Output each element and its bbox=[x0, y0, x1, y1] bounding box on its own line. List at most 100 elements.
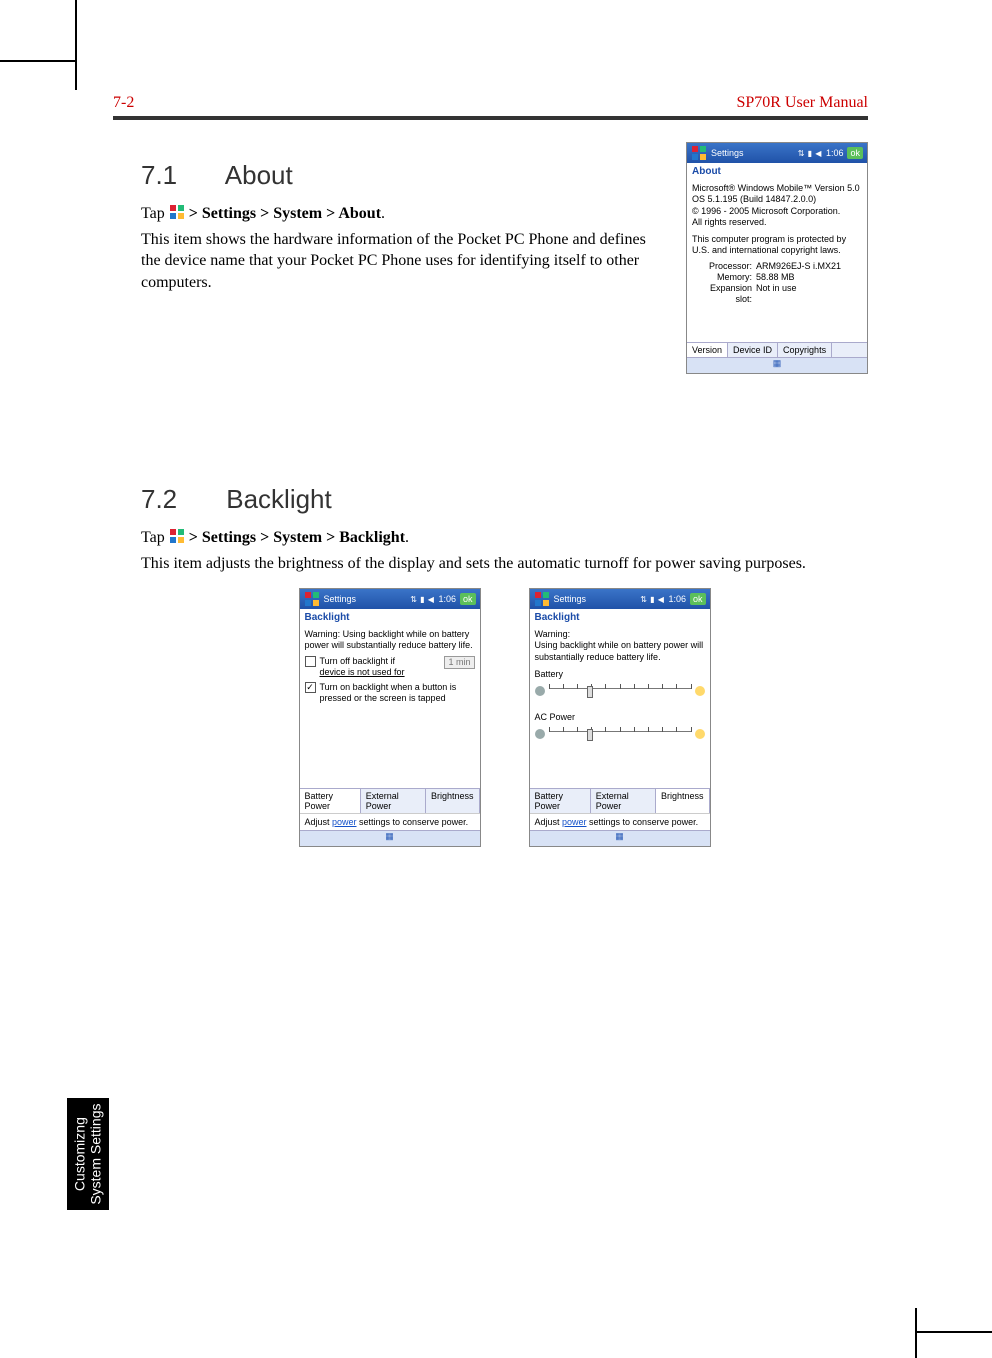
bulb-high-icon bbox=[695, 686, 705, 696]
tap-suffix: . bbox=[405, 529, 409, 546]
ok-button[interactable]: ok bbox=[847, 147, 863, 159]
tab-device-id[interactable]: Device ID bbox=[728, 343, 778, 357]
crop-mark bbox=[75, 0, 77, 90]
ok-button[interactable]: ok bbox=[460, 593, 476, 605]
page-header: 7-2 SP70R User Manual bbox=[113, 94, 868, 116]
sip-keyboard-bar[interactable]: ▦ bbox=[300, 830, 480, 846]
hint-a: Adjust bbox=[535, 817, 563, 827]
heading-number: 7.1 bbox=[141, 160, 219, 191]
hint-b: settings to conserve power. bbox=[587, 817, 699, 827]
tab-battery-power[interactable]: Battery Power bbox=[530, 789, 591, 813]
about-line: OS 5.1.195 (Build 14847.2.0.0) bbox=[692, 194, 862, 205]
tap-prefix: Tap bbox=[141, 205, 169, 222]
status-icons: ⇅ ▮ ◀ bbox=[640, 595, 664, 604]
cb2-label: Turn on backlight when a button is press… bbox=[320, 682, 475, 705]
heading-title: About bbox=[225, 160, 293, 190]
warning-text: Warning: Using backlight while on batter… bbox=[305, 629, 475, 652]
title-text: Settings bbox=[554, 594, 587, 604]
ac-slider[interactable] bbox=[549, 731, 691, 745]
about-line: All rights reserved. bbox=[692, 217, 862, 228]
tab-external-power[interactable]: External Power bbox=[591, 789, 656, 813]
tab-copyrights[interactable]: Copyrights bbox=[778, 343, 832, 357]
heading-title: Backlight bbox=[226, 484, 332, 514]
section-heading-backlight: 7.2 Backlight bbox=[141, 484, 868, 515]
crop-mark bbox=[0, 60, 75, 62]
start-icon bbox=[169, 204, 185, 220]
tap-line-about: Tap > Settings > System > About. bbox=[141, 203, 658, 225]
header-rule bbox=[113, 116, 868, 120]
power-link[interactable]: power bbox=[332, 817, 357, 827]
battery-slider-label: Battery bbox=[535, 669, 705, 680]
title-text: Settings bbox=[324, 594, 357, 604]
screen-subtitle: About bbox=[687, 163, 867, 180]
exp-label: Expansion slot: bbox=[692, 283, 756, 306]
side-tab-line2: System Settings bbox=[88, 1103, 104, 1204]
tab-strip: Battery Power External Power Brightness bbox=[530, 788, 710, 813]
heading-number: 7.2 bbox=[141, 484, 219, 515]
proc-label: Processor: bbox=[692, 261, 756, 272]
timeout-select[interactable]: 1 min bbox=[444, 656, 474, 669]
crop-mark bbox=[915, 1308, 917, 1358]
sip-keyboard-bar[interactable]: ▦ bbox=[530, 830, 710, 846]
clock: 1:06 bbox=[826, 148, 844, 158]
tab-version[interactable]: Version bbox=[687, 343, 728, 357]
about-line: © 1996 - 2005 Microsoft Corporation. bbox=[692, 206, 862, 217]
proc-value: ARM926EJ-S i.MX21 bbox=[756, 261, 841, 272]
mem-label: Memory: bbox=[692, 272, 756, 283]
status-icons: ⇅ ▮ ◀ bbox=[798, 149, 822, 158]
side-tab-line1: Customizng bbox=[72, 1117, 88, 1191]
tab-external-power[interactable]: External Power bbox=[361, 789, 426, 813]
tab-strip: Version Device ID Copyrights bbox=[687, 342, 867, 357]
ppc-titlebar: Settings ⇅ ▮ ◀ 1:06 ok bbox=[687, 143, 867, 163]
exp-value: Not in use bbox=[756, 283, 797, 306]
ppc-titlebar: Settings ⇅ ▮ ◀ 1:06 ok bbox=[530, 589, 710, 609]
hint-line: Adjust power settings to conserve power. bbox=[300, 813, 480, 830]
bulb-low-icon bbox=[535, 729, 545, 739]
tab-strip: Battery Power External Power Brightness bbox=[300, 788, 480, 813]
tab-brightness[interactable]: Brightness bbox=[656, 789, 710, 813]
mem-value: 58.88 MB bbox=[756, 272, 795, 283]
start-icon bbox=[534, 591, 550, 607]
tab-brightness[interactable]: Brightness bbox=[426, 789, 480, 813]
doc-title: SP70R User Manual bbox=[736, 94, 868, 112]
start-icon bbox=[169, 528, 185, 544]
warning-label: Warning: bbox=[535, 629, 705, 640]
screen-subtitle: Backlight bbox=[530, 609, 710, 626]
bulb-low-icon bbox=[535, 686, 545, 696]
tab-battery-power[interactable]: Battery Power bbox=[300, 789, 361, 813]
power-link[interactable]: power bbox=[562, 817, 587, 827]
about-description: This item shows the hardware information… bbox=[141, 229, 658, 294]
hint-b: settings to conserve power. bbox=[357, 817, 469, 827]
tap-prefix: Tap bbox=[141, 529, 169, 546]
backlight-description: This item adjusts the brightness of the … bbox=[141, 553, 868, 575]
cb1-label-b: device is not used for bbox=[320, 667, 441, 678]
checkbox-turnon[interactable]: ✓ bbox=[305, 682, 316, 693]
battery-slider[interactable] bbox=[549, 688, 691, 702]
screen-subtitle: Backlight bbox=[300, 609, 480, 626]
about-line: Microsoft® Windows Mobile™ Version 5.0 bbox=[692, 183, 862, 194]
crop-mark bbox=[917, 1331, 992, 1333]
ok-button[interactable]: ok bbox=[690, 593, 706, 605]
warning-text: Using backlight while on battery power w… bbox=[535, 640, 705, 663]
start-icon bbox=[691, 145, 707, 161]
side-chapter-tab: Customizng System Settings bbox=[67, 1098, 109, 1210]
hint-line: Adjust power settings to conserve power. bbox=[530, 813, 710, 830]
about-line: This computer program is protected by U.… bbox=[692, 234, 862, 257]
clock: 1:06 bbox=[668, 594, 686, 604]
tap-line-backlight: Tap > Settings > System > Backlight. bbox=[141, 527, 868, 549]
status-icons: ⇅ ▮ ◀ bbox=[410, 595, 434, 604]
ac-slider-label: AC Power bbox=[535, 712, 705, 723]
title-text: Settings bbox=[711, 148, 744, 158]
checkbox-turnoff[interactable] bbox=[305, 656, 316, 667]
clock: 1:06 bbox=[438, 594, 456, 604]
tap-path: > Settings > System > Backlight bbox=[189, 529, 405, 546]
page-number: 7-2 bbox=[113, 94, 134, 112]
screenshot-backlight-battery: Settings ⇅ ▮ ◀ 1:06 ok Backlight Warning… bbox=[299, 588, 481, 847]
screenshot-backlight-brightness: Settings ⇅ ▮ ◀ 1:06 ok Backlight Warning… bbox=[529, 588, 711, 847]
start-icon bbox=[304, 591, 320, 607]
bulb-high-icon bbox=[695, 729, 705, 739]
hint-a: Adjust bbox=[305, 817, 333, 827]
section-heading-about: 7.1 About bbox=[141, 160, 658, 191]
sip-keyboard-bar[interactable]: ▦ bbox=[687, 357, 867, 373]
ppc-titlebar: Settings ⇅ ▮ ◀ 1:06 ok bbox=[300, 589, 480, 609]
